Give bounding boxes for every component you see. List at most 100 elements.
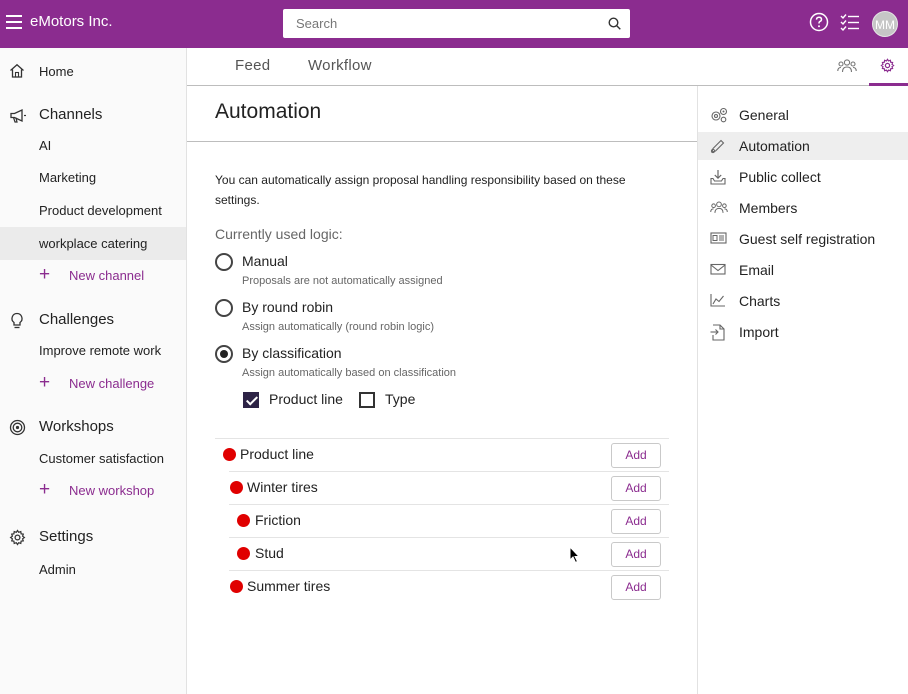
nav-workshop-label: Customer satisfaction — [39, 451, 164, 466]
settings-menu-charts[interactable]: Charts — [698, 287, 908, 315]
nav-challenges-title: Challenges — [39, 311, 115, 328]
status-dot — [230, 481, 243, 494]
add-button[interactable]: Add — [611, 443, 661, 468]
radio-button[interactable] — [215, 253, 233, 271]
logic-label: Currently used logic: — [215, 226, 343, 242]
nav-section-settings[interactable]: Settings — [0, 528, 186, 548]
radio-button[interactable] — [215, 299, 233, 317]
status-dot — [230, 580, 243, 593]
checkbox-type[interactable] — [359, 392, 375, 408]
new-challenge-label: New challenge — [69, 376, 155, 391]
new-workshop-label: New workshop — [69, 483, 155, 498]
nav-home[interactable]: Home — [0, 63, 186, 81]
settings-menu: General Automation Public collect Member… — [697, 86, 908, 694]
nav-workshop-customer-satisfaction[interactable]: Customer satisfaction — [0, 451, 186, 469]
status-dot — [237, 514, 250, 527]
members-tab-icon[interactable] — [837, 58, 857, 74]
left-sidebar: Home Channels AI Marketing Product devel… — [0, 48, 187, 694]
menu-label: Email — [739, 262, 775, 278]
target-icon — [9, 419, 26, 436]
status-dot — [237, 547, 250, 560]
nav-settings-title: Settings — [39, 528, 94, 545]
settings-tab-gear-icon[interactable] — [880, 58, 895, 73]
add-button[interactable]: Add — [611, 575, 661, 600]
help-icon[interactable] — [809, 12, 829, 32]
title-divider — [187, 141, 697, 142]
nav-challenge-label: Improve remote work — [39, 343, 162, 358]
radio-hint: Assign automatically (round robin logic) — [242, 321, 434, 333]
hamburger-menu-icon[interactable] — [6, 15, 22, 29]
user-avatar[interactable]: MM — [872, 11, 898, 37]
nav-challenge-improve-remote-work[interactable]: Improve remote work — [0, 343, 186, 361]
top-bar: eMotors Inc. MM — [0, 0, 908, 48]
checkbox-product-line-label: Product line — [269, 391, 343, 407]
add-button[interactable]: Add — [611, 476, 661, 501]
radio-hint: Proposals are not automatically assigned — [242, 275, 443, 287]
new-channel-label: New channel — [69, 268, 145, 283]
tree-row: Friction Add — [229, 504, 669, 537]
plus-icon: + — [39, 264, 51, 285]
add-button[interactable]: Add — [611, 542, 661, 567]
tray-download-icon — [710, 170, 726, 185]
checkbox-product-line[interactable] — [243, 392, 259, 408]
nav-home-label: Home — [39, 64, 74, 79]
menu-label: Guest self registration — [739, 231, 876, 247]
nav-section-workshops[interactable]: Workshops — [0, 418, 186, 438]
checkbox-type-label: Type — [385, 391, 416, 407]
nav-channels-title: Channels — [39, 106, 103, 123]
nav-channel-marketing[interactable]: Marketing — [0, 170, 186, 188]
import-file-icon — [710, 324, 725, 341]
menu-label: Charts — [739, 293, 781, 309]
tab-workflow[interactable]: Workflow — [308, 57, 372, 74]
nav-channel-label: Marketing — [39, 170, 97, 185]
tree-label: Stud — [255, 545, 284, 561]
settings-menu-guest-self-registration[interactable]: Guest self registration — [698, 225, 908, 253]
radio-label: Manual — [242, 253, 288, 269]
radio-button-selected[interactable] — [215, 345, 233, 363]
menu-label: Import — [739, 324, 779, 340]
new-challenge-link[interactable]: + New challenge — [0, 372, 186, 394]
menu-label: Automation — [739, 138, 810, 154]
gears-icon — [711, 107, 728, 123]
radio-label: By classification — [242, 345, 342, 361]
status-dot — [223, 448, 236, 461]
nav-channel-workplace-catering[interactable]: workplace catering — [0, 227, 186, 260]
plus-icon: + — [39, 479, 51, 500]
menu-label: Public collect — [739, 169, 821, 185]
lightbulb-icon — [11, 312, 23, 329]
tree-label: Summer tires — [247, 578, 331, 594]
search-input[interactable] — [283, 9, 630, 38]
settings-menu-import[interactable]: Import — [698, 318, 908, 346]
tree-row: Winter tires Add — [229, 471, 669, 504]
settings-menu-general[interactable]: General — [698, 101, 908, 129]
menu-label: Members — [739, 200, 798, 216]
envelope-icon — [710, 263, 726, 275]
settings-menu-automation[interactable]: Automation — [698, 132, 908, 160]
nav-section-challenges[interactable]: Challenges — [0, 311, 186, 331]
page-title: Automation — [215, 100, 322, 123]
add-button[interactable]: Add — [611, 509, 661, 534]
new-channel-link[interactable]: + New channel — [0, 264, 186, 286]
settings-menu-members[interactable]: Members — [698, 194, 908, 222]
plus-icon: + — [39, 372, 51, 393]
nav-settings-admin[interactable]: Admin — [0, 562, 186, 580]
gear-icon — [9, 529, 26, 546]
new-workshop-link[interactable]: + New workshop — [0, 479, 186, 501]
megaphone-icon — [10, 108, 26, 123]
settings-menu-public-collect[interactable]: Public collect — [698, 163, 908, 191]
radio-hint: Assign automatically based on classifica… — [242, 367, 457, 379]
chart-icon — [710, 294, 725, 307]
nav-channel-product-development[interactable]: Product development — [0, 203, 186, 221]
mouse-cursor-icon — [569, 546, 581, 564]
search-icon[interactable] — [608, 17, 621, 30]
nav-section-channels[interactable]: Channels — [0, 106, 186, 126]
nav-channel-label: Product development — [39, 203, 162, 218]
tab-feed[interactable]: Feed — [235, 57, 270, 74]
nav-channel-ai[interactable]: AI — [0, 138, 186, 156]
tree-label: Product line — [240, 446, 314, 462]
tree-row: Summer tires Add — [229, 570, 669, 603]
settings-menu-email[interactable]: Email — [698, 256, 908, 284]
tasks-icon[interactable] — [840, 13, 860, 31]
nav-settings-label: Admin — [39, 562, 76, 577]
app-title: eMotors Inc. — [30, 13, 113, 30]
